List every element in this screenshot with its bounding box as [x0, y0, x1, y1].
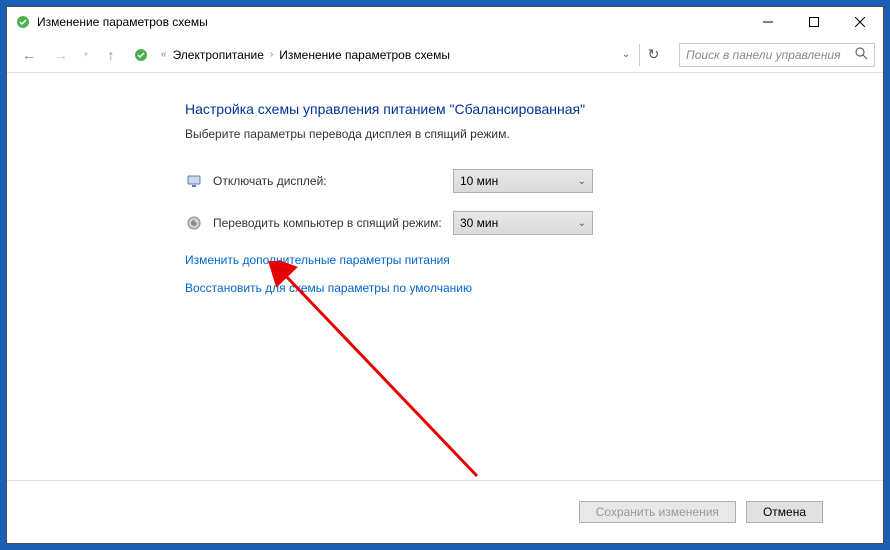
- forward-button[interactable]: →: [47, 41, 75, 69]
- titlebar: Изменение параметров схемы: [7, 7, 883, 37]
- page-subtext: Выберите параметры перевода дисплея в сп…: [185, 127, 883, 141]
- annotation-arrow: [267, 261, 497, 491]
- setting-row-display: Отключать дисплей: 10 мин ⌄: [185, 169, 883, 193]
- chevron-down-icon: ⌄: [578, 218, 586, 229]
- content-area: Настройка схемы управления питанием "Сба…: [7, 73, 883, 480]
- search-input[interactable]: [686, 48, 855, 62]
- save-button[interactable]: Сохранить изменения: [579, 501, 736, 523]
- footer: Сохранить изменения Отмена: [7, 480, 883, 543]
- search-icon[interactable]: [855, 47, 868, 63]
- address-dropdown-icon[interactable]: ⌄: [617, 44, 635, 66]
- chevron-down-icon: ⌄: [578, 176, 586, 187]
- app-icon: [15, 14, 31, 30]
- display-timeout-value: 10 мин: [460, 174, 578, 188]
- breadcrumb-item-1[interactable]: Изменение параметров схемы: [279, 48, 450, 62]
- sleep-timeout-dropdown[interactable]: 30 мин ⌄: [453, 211, 593, 235]
- breadcrumb: « Электропитание › Изменение параметров …: [161, 48, 613, 62]
- advanced-settings-link[interactable]: Изменить дополнительные параметры питани…: [185, 253, 883, 267]
- navigation-bar: ← → ▾ ↑ « Электропитание › Изменение пар…: [7, 37, 883, 73]
- refresh-button[interactable]: ↻: [639, 44, 667, 66]
- location-icon: [133, 47, 149, 63]
- sleep-label: Переводить компьютер в спящий режим:: [213, 216, 453, 230]
- breadcrumb-item-0[interactable]: Электропитание: [173, 48, 264, 62]
- chevron-right-icon: ›: [270, 49, 273, 60]
- up-button[interactable]: ↑: [97, 41, 125, 69]
- window: Изменение параметров схемы ← → ▾ ↑ « Эле…: [6, 6, 884, 544]
- cancel-button[interactable]: Отмена: [746, 501, 823, 523]
- sleep-timeout-value: 30 мин: [460, 216, 578, 230]
- breadcrumb-separator: «: [161, 49, 167, 60]
- sleep-icon: [185, 214, 203, 232]
- display-timeout-dropdown[interactable]: 10 мин ⌄: [453, 169, 593, 193]
- address-bar-controls: ⌄ ↻: [617, 44, 667, 66]
- restore-defaults-link[interactable]: Восстановить для схемы параметры по умол…: [185, 281, 883, 295]
- display-icon: [185, 172, 203, 190]
- display-label: Отключать дисплей:: [213, 174, 453, 188]
- setting-row-sleep: Переводить компьютер в спящий режим: 30 …: [185, 211, 883, 235]
- page-heading: Настройка схемы управления питанием "Сба…: [185, 101, 883, 117]
- window-controls: [745, 7, 883, 37]
- search-box[interactable]: [679, 43, 875, 67]
- back-button[interactable]: ←: [15, 41, 43, 69]
- close-button[interactable]: [837, 7, 883, 37]
- maximize-button[interactable]: [791, 7, 837, 37]
- minimize-button[interactable]: [745, 7, 791, 37]
- recent-dropdown-icon[interactable]: ▾: [79, 41, 93, 69]
- window-title: Изменение параметров схемы: [37, 15, 745, 29]
- link-group: Изменить дополнительные параметры питани…: [185, 253, 883, 295]
